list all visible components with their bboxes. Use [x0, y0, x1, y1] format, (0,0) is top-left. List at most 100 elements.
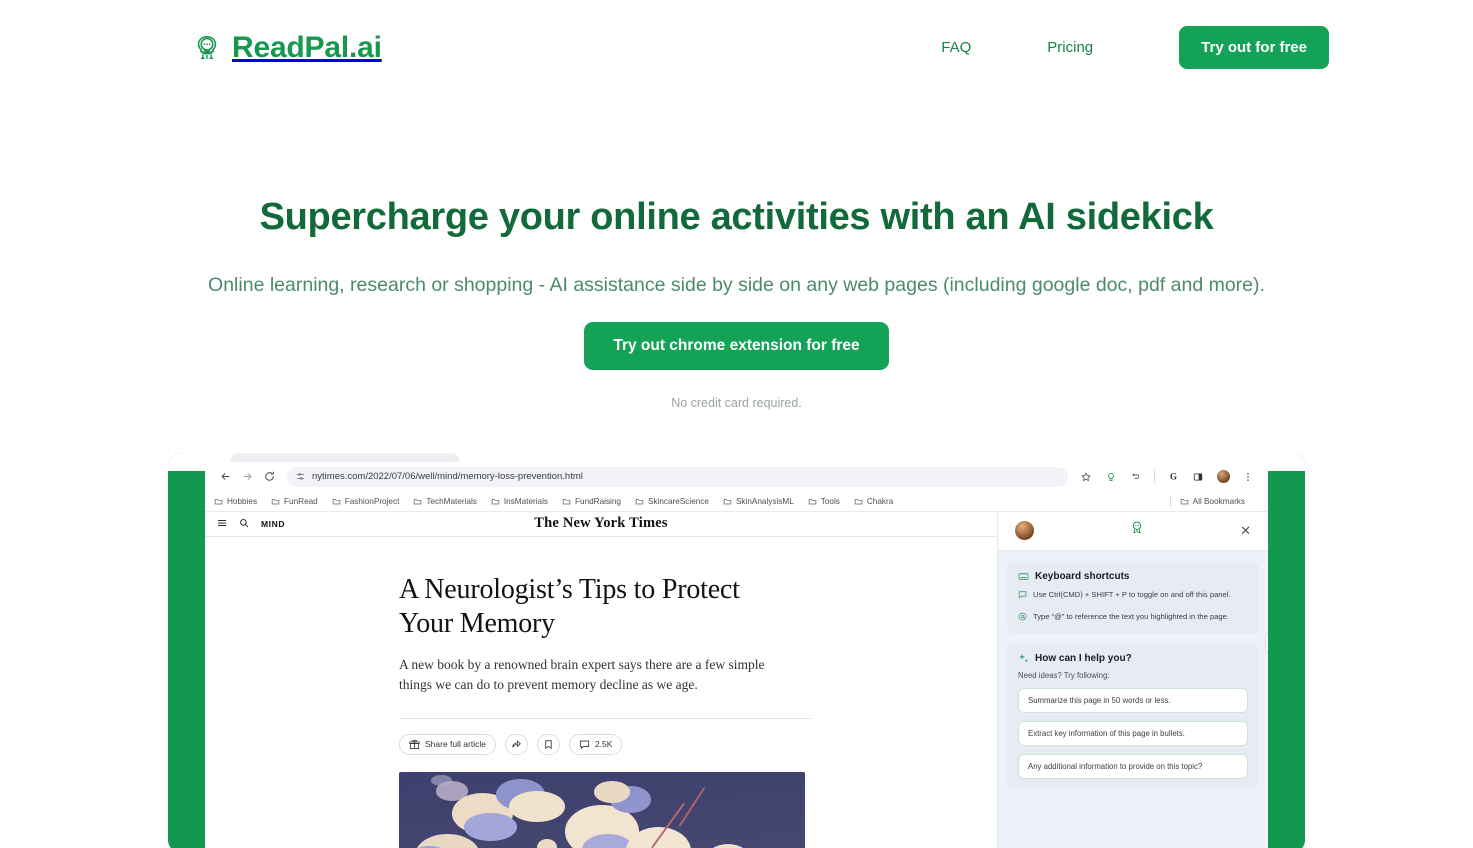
bookmark-label: TechMaterials — [426, 496, 477, 506]
panel-resize-handle[interactable] — [1265, 633, 1268, 652]
hero-subheading: Online learning, research or shopping - … — [208, 273, 1265, 296]
article-headline: A Neurologist’s Tips to Protect Your Mem… — [399, 573, 740, 640]
bookmark-label: FunRead — [284, 496, 318, 506]
folder-icon — [491, 499, 500, 505]
article-body: A Neurologist’s Tips to Protect Your Mem… — [205, 537, 997, 848]
shortcuts-title-row: Keyboard shortcuts — [1018, 571, 1248, 582]
nav-link-faq[interactable]: FAQ — [903, 31, 1009, 64]
robot-head-icon — [192, 33, 222, 63]
bookmark-star-icon[interactable] — [1075, 466, 1097, 488]
close-icon[interactable]: ✕ — [1240, 524, 1251, 537]
bookmarks-bar: Hobbies FunRead FashionProject TechMater… — [205, 491, 1268, 512]
bookmarks-divider — [1169, 495, 1171, 508]
hamburger-icon[interactable] — [217, 515, 227, 533]
shortcut-tip: Use Ctrl(CMD) + SHIFT + P to toggle on a… — [1018, 589, 1248, 603]
nav-link-pricing[interactable]: Pricing — [1009, 31, 1131, 64]
folder-icon — [562, 499, 571, 505]
toolbar-actions: G — [1075, 466, 1259, 488]
shortcuts-title: Keyboard shortcuts — [1035, 570, 1130, 582]
keyboard-icon — [1018, 573, 1029, 580]
brand-logo[interactable]: ReadPal.ai — [192, 31, 382, 65]
help-title: How can I help you? — [1035, 653, 1132, 665]
share-arrow-button[interactable] — [504, 733, 528, 755]
browser-toolbar: nytimes.com/2022/07/06/well/mind/memory-… — [205, 461, 1268, 492]
folder-icon — [808, 499, 817, 505]
site-settings-icon[interactable] — [296, 468, 305, 486]
nyt-section-kicker[interactable]: MIND — [261, 519, 285, 529]
bookmark-item[interactable]: InsMaterials — [491, 497, 556, 506]
side-panel-icon[interactable] — [1187, 466, 1209, 488]
kebab-menu-icon[interactable] — [1237, 466, 1259, 488]
folder-icon — [635, 499, 644, 505]
bookmark-item[interactable]: Hobbies — [214, 497, 265, 506]
article-actions: Share full article 2.5K — [399, 733, 997, 755]
shortcut-tip-text: Use Ctrl(CMD) + SHIFT + P to toggle on a… — [1033, 589, 1231, 599]
bookmark-item[interactable]: SkincareScience — [635, 497, 717, 506]
browser-content: MIND The New York Times A Neurologist’s … — [205, 511, 1268, 848]
bookmark-label: Tools — [820, 496, 840, 506]
suggestion-chip[interactable]: Summarize this page in 50 words or less. — [1018, 688, 1248, 714]
article-hero-image — [399, 771, 805, 848]
all-bookmarks-label: All Bookmarks — [1192, 496, 1245, 506]
article-summary: A new book by a renowned brain expert sa… — [399, 657, 765, 693]
nyt-masthead: The New York Times — [534, 515, 668, 532]
at-sign-icon — [1018, 612, 1027, 625]
bookmark-item[interactable]: FunRead — [271, 497, 326, 506]
no-credit-card-note: No credit card required. — [671, 395, 802, 410]
address-bar[interactable]: nytimes.com/2022/07/06/well/mind/memory-… — [287, 466, 1068, 487]
search-icon[interactable] — [239, 515, 249, 533]
hero-heading: Supercharge your online activities with … — [259, 196, 1214, 238]
folder-icon — [271, 499, 280, 505]
hero-section: Supercharge your online activities with … — [0, 95, 1473, 410]
bookmark-label: Hobbies — [227, 496, 258, 506]
try-free-button[interactable]: Try out for free — [1179, 26, 1329, 69]
comments-button[interactable]: 2.5K — [568, 733, 623, 755]
comment-icon — [579, 740, 589, 749]
web-page-nytimes: MIND The New York Times A Neurologist’s … — [205, 511, 998, 848]
bookmark-label: Chakra — [866, 496, 894, 506]
need-ideas-text: Need ideas? Try following: — [1018, 671, 1110, 681]
bookmark-button[interactable] — [536, 733, 560, 755]
user-avatar-icon[interactable] — [1015, 521, 1034, 541]
bookmark-item[interactable]: FashionProject — [332, 497, 408, 506]
readpal-sidebar: ✕ Keyboard shortcuts Use Ctrl(CMD) + SHI… — [998, 511, 1268, 848]
bookmark-item[interactable]: TechMaterials — [413, 497, 485, 506]
bookmark-item[interactable]: Chakra — [854, 497, 901, 506]
forward-icon[interactable] — [236, 466, 258, 488]
url-text: nytimes.com/2022/07/06/well/mind/memory-… — [312, 471, 583, 483]
bookmark-icon — [545, 740, 552, 749]
folder-icon — [214, 499, 223, 505]
share-arrow-icon — [512, 739, 521, 748]
extension-puzzle-icon[interactable] — [1100, 466, 1122, 488]
reload-icon[interactable] — [258, 466, 280, 488]
browser-window: nytimes.com/2022/07/06/well/mind/memory-… — [205, 461, 1268, 848]
keyboard-shortcuts-card: Keyboard shortcuts Use Ctrl(CMD) + SHIFT… — [1007, 560, 1259, 635]
google-icon[interactable]: G — [1162, 466, 1184, 488]
comment-count: 2.5K — [594, 739, 613, 750]
folder-icon — [332, 499, 340, 505]
toolbar-divider — [1154, 470, 1155, 484]
share-full-article-button[interactable]: Share full article — [399, 733, 496, 755]
top-navigation: ReadPal.ai FAQ Pricing Try out for free — [0, 0, 1473, 95]
nyt-header: MIND The New York Times — [205, 512, 997, 537]
nav-links: FAQ Pricing — [903, 31, 1131, 64]
folder-icon — [414, 499, 422, 505]
folder-icon — [723, 499, 732, 505]
bookmark-item[interactable]: SkinAnalysisML — [723, 497, 802, 506]
split-view-icon[interactable] — [1125, 466, 1147, 488]
bookmark-label: SkinAnalysisML — [735, 496, 794, 506]
suggestion-chip[interactable]: Any additional information to provide on… — [1018, 754, 1248, 780]
all-bookmarks-button[interactable]: All Bookmarks — [1180, 497, 1253, 506]
back-icon[interactable] — [214, 466, 236, 488]
browser-mockup: nytimes.com/2022/07/06/well/mind/memory-… — [168, 452, 1305, 848]
profile-avatar-icon[interactable] — [1212, 466, 1234, 488]
hero-cta-button[interactable]: Try out chrome extension for free — [584, 321, 889, 370]
readpal-header: ✕ — [998, 511, 1268, 551]
bookmark-label: FundRaising — [575, 496, 621, 506]
bookmark-item[interactable]: FundRaising — [562, 497, 629, 506]
chat-bubble-icon — [1018, 590, 1027, 603]
suggestion-chip[interactable]: Extract key information of this page in … — [1018, 721, 1248, 747]
bookmark-item[interactable]: Tools — [808, 497, 848, 506]
shortcut-tip: Type “@” to reference the text you highl… — [1018, 611, 1248, 625]
bookmark-label: SkincareScience — [647, 496, 709, 506]
